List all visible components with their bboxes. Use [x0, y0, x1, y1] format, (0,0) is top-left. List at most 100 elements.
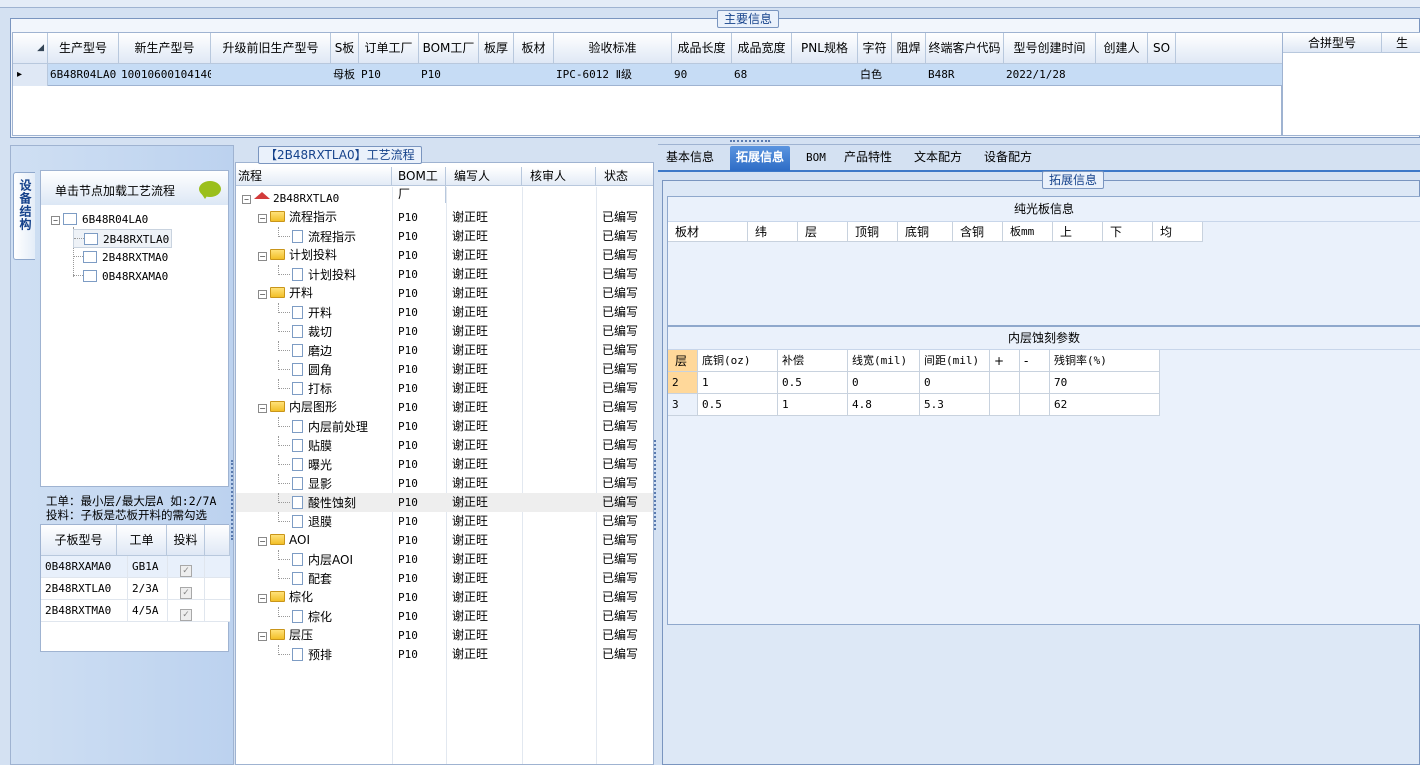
- column-header[interactable]: 新生产型号: [119, 33, 211, 64]
- feed-checkbox[interactable]: ✓: [180, 587, 192, 599]
- column-header[interactable]: S板: [331, 33, 359, 64]
- collapse-icon[interactable]: −: [258, 214, 267, 223]
- etch-column-header[interactable]: 底铜(oz): [698, 350, 778, 372]
- etch-cell[interactable]: 1: [778, 394, 848, 416]
- bare-board-column-header[interactable]: 底铜: [898, 222, 953, 242]
- etch-column-header[interactable]: 残铜率(%): [1050, 350, 1160, 372]
- flow-tree-node[interactable]: 退膜: [278, 512, 332, 531]
- flow-tree-node[interactable]: 酸性蚀刻: [278, 493, 356, 512]
- bare-board-column-header[interactable]: 板mm: [1003, 222, 1053, 242]
- flow-row[interactable]: 内层前处理 P10 谢正旺 已编写: [236, 417, 653, 436]
- tree-root-node[interactable]: − 6B48R04LA0: [51, 210, 148, 229]
- collapse-icon[interactable]: −: [258, 252, 267, 261]
- flow-tree-node[interactable]: − 开料: [258, 284, 313, 303]
- flow-row[interactable]: 开料 P10 谢正旺 已编写: [236, 303, 653, 322]
- etch-cell[interactable]: 4.8: [848, 394, 920, 416]
- flow-tree-node[interactable]: 裁切: [278, 322, 332, 341]
- collapse-icon[interactable]: −: [51, 216, 60, 225]
- bare-board-column-header[interactable]: 板材: [668, 222, 748, 242]
- flow-tree-node[interactable]: − 棕化: [258, 588, 313, 607]
- column-header[interactable]: 板材: [514, 33, 554, 64]
- column-header[interactable]: PNL规格: [792, 33, 858, 64]
- table-row[interactable]: 0B48RXAMA0 GB1A ✓: [41, 556, 230, 578]
- col-flow-header[interactable]: 流程: [238, 167, 392, 185]
- flow-row[interactable]: 预排 P10 谢正旺 已编写: [236, 645, 653, 664]
- flow-row[interactable]: 内层AOI P10 谢正旺 已编写: [236, 550, 653, 569]
- flow-tree-node[interactable]: 流程指示: [278, 227, 356, 246]
- bare-board-column-header[interactable]: 上: [1053, 222, 1103, 242]
- etch-cell[interactable]: 1: [698, 372, 778, 394]
- flow-tree-node[interactable]: 磨边: [278, 341, 332, 360]
- flow-row[interactable]: − 流程指示 P10 谢正旺 已编写: [236, 208, 653, 227]
- etch-cell[interactable]: 70: [1050, 372, 1160, 394]
- flow-row[interactable]: 贴膜 P10 谢正旺 已编写: [236, 436, 653, 455]
- flow-row[interactable]: 显影 P10 谢正旺 已编写: [236, 474, 653, 493]
- table-row[interactable]: 2B48RXTMA0 4/5A ✓: [41, 600, 230, 622]
- column-header[interactable]: 型号创建时间: [1004, 33, 1096, 64]
- flow-tree-node[interactable]: 计划投料: [278, 265, 356, 284]
- collapse-icon[interactable]: −: [258, 594, 267, 603]
- vertical-tab-equipment-structure[interactable]: 设备结构: [13, 172, 35, 260]
- etch-column-header[interactable]: 间距(mil): [920, 350, 990, 372]
- column-header[interactable]: 终端客户代码: [926, 33, 1004, 64]
- bare-board-column-header[interactable]: 纬: [748, 222, 798, 242]
- collapse-icon[interactable]: −: [258, 290, 267, 299]
- flow-tree-node[interactable]: − 层压: [258, 626, 313, 645]
- flow-row[interactable]: 酸性蚀刻 P10 谢正旺 已编写: [236, 493, 653, 512]
- flow-row[interactable]: 计划投料 P10 谢正旺 已编写: [236, 265, 653, 284]
- flow-tree-node[interactable]: 贴膜: [278, 436, 332, 455]
- flow-row[interactable]: 退膜 P10 谢正旺 已编写: [236, 512, 653, 531]
- tab-1[interactable]: 拓展信息: [730, 146, 791, 171]
- flow-tree-node[interactable]: − 内层图形: [258, 398, 337, 417]
- flow-tree-node[interactable]: 预排: [278, 645, 332, 664]
- bare-board-column-header[interactable]: 均: [1153, 222, 1203, 242]
- flow-tree-node[interactable]: − AOI: [258, 531, 310, 550]
- flow-row[interactable]: − 开料 P10 谢正旺 已编写: [236, 284, 653, 303]
- feed-checkbox[interactable]: ✓: [180, 565, 192, 577]
- table-row[interactable]: ▸ 6B48R04LA0 10010600104140 母板 P10 P10 IPC-60…: [13, 64, 1283, 86]
- etch-cell[interactable]: [990, 394, 1020, 416]
- column-header[interactable]: 成品宽度: [732, 33, 792, 64]
- tab-2[interactable]: BOM: [800, 146, 832, 171]
- collapse-icon[interactable]: −: [242, 195, 251, 204]
- etch-cell[interactable]: [1020, 372, 1050, 394]
- etch-cell[interactable]: [1020, 394, 1050, 416]
- flow-row[interactable]: − 棕化 P10 谢正旺 已编写: [236, 588, 653, 607]
- etch-column-header[interactable]: 线宽(mil): [848, 350, 920, 372]
- subboard-feed-header[interactable]: 投料: [167, 525, 205, 556]
- subboard-order-header[interactable]: 工单: [117, 525, 167, 556]
- middle-splitter[interactable]: [654, 440, 658, 530]
- tree-node-child[interactable]: 2B48RXTLA0: [73, 229, 173, 248]
- flow-row[interactable]: − 内层图形 P10 谢正旺 已编写: [236, 398, 653, 417]
- feed-checkbox[interactable]: ✓: [180, 609, 192, 621]
- column-header[interactable]: 字符: [858, 33, 892, 64]
- flow-tree-node[interactable]: 棕化: [278, 607, 332, 626]
- flow-row[interactable]: 配套 P10 谢正旺 已编写: [236, 569, 653, 588]
- flow-row[interactable]: 曝光 P10 谢正旺 已编写: [236, 455, 653, 474]
- etch-cell[interactable]: 3: [668, 394, 698, 416]
- column-header[interactable]: 板厚: [479, 33, 514, 64]
- flow-tree-node[interactable]: 内层前处理: [278, 417, 368, 436]
- col-reviewer-header[interactable]: 核审人: [522, 167, 596, 185]
- flow-tree-node[interactable]: 配套: [278, 569, 332, 588]
- column-header[interactable]: 验收标准: [554, 33, 672, 64]
- tab-4[interactable]: 文本配方: [908, 146, 968, 171]
- bare-board-column-header[interactable]: 含铜: [953, 222, 1003, 242]
- column-header[interactable]: 创建人: [1096, 33, 1148, 64]
- etch-cell[interactable]: 0.5: [698, 394, 778, 416]
- flow-row[interactable]: − 计划投料 P10 谢正旺 已编写: [236, 246, 653, 265]
- flow-tree-node[interactable]: 圆角: [278, 360, 332, 379]
- table-row[interactable]: 2B48RXTLA0 2/3A ✓: [41, 578, 230, 600]
- tree-node-child[interactable]: 0B48RXAMA0: [73, 267, 168, 286]
- etch-cell[interactable]: 0: [920, 372, 990, 394]
- bare-board-column-header[interactable]: 顶铜: [848, 222, 898, 242]
- flow-tree-node[interactable]: 显影: [278, 474, 332, 493]
- bare-board-column-header[interactable]: 下: [1103, 222, 1153, 242]
- flow-row[interactable]: 圆角 P10 谢正旺 已编写: [236, 360, 653, 379]
- flow-root-node[interactable]: − 2B48RXTLA0: [242, 189, 339, 208]
- etch-cell[interactable]: 0: [848, 372, 920, 394]
- flow-row[interactable]: − AOI P10 谢正旺 已编写: [236, 531, 653, 550]
- side-col2-header[interactable]: 生: [1382, 33, 1420, 53]
- flow-row[interactable]: 流程指示 P10 谢正旺 已编写: [236, 227, 653, 246]
- etch-cell[interactable]: 0.5: [778, 372, 848, 394]
